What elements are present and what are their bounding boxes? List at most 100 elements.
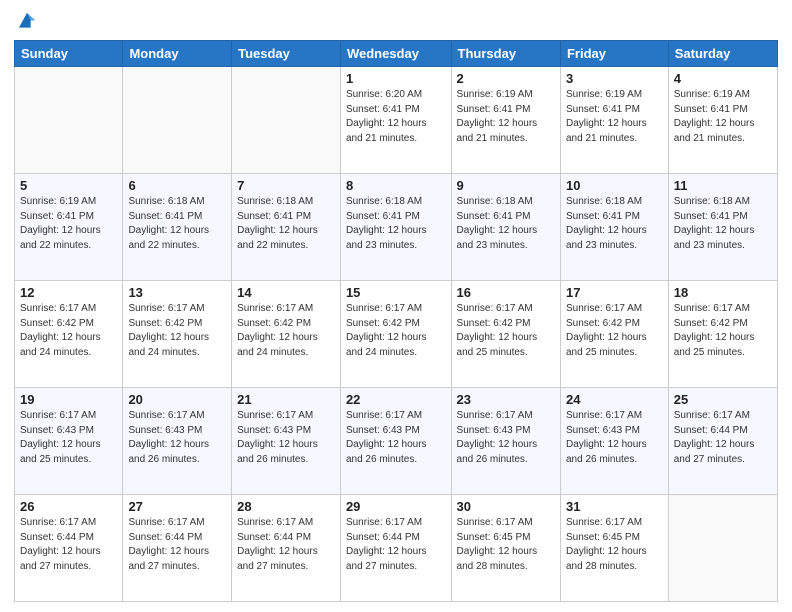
calendar-cell — [668, 495, 777, 602]
day-info: Sunrise: 6:17 AM Sunset: 6:45 PM Dayligh… — [457, 516, 555, 574]
day-info: Sunrise: 6:18 AM Sunset: 6:41 PM Dayligh… — [237, 195, 335, 253]
calendar-cell: 10 Sunrise: 6:18 AM Sunset: 6:41 PM Dayli… — [560, 174, 668, 281]
day-info: Sunrise: 6:17 AM Sunset: 6:42 PM Dayligh… — [457, 302, 555, 360]
day-number: 11 — [674, 178, 772, 193]
calendar-cell: 17 Sunrise: 6:17 AM Sunset: 6:42 PM Dayli… — [560, 281, 668, 388]
day-info: Sunrise: 6:17 AM Sunset: 6:43 PM Dayligh… — [457, 409, 555, 467]
calendar-cell: 3 Sunrise: 6:19 AM Sunset: 6:41 PM Daylig… — [560, 67, 668, 174]
day-info: Sunrise: 6:18 AM Sunset: 6:41 PM Dayligh… — [566, 195, 663, 253]
calendar-cell: 18 Sunrise: 6:17 AM Sunset: 6:42 PM Dayli… — [668, 281, 777, 388]
weekday-header-saturday: Saturday — [668, 41, 777, 67]
day-info: Sunrise: 6:17 AM Sunset: 6:42 PM Dayligh… — [20, 302, 117, 360]
calendar-cell: 7Sunrise: 6:18 AM Sunset: 6:41 PM Daylig… — [232, 174, 341, 281]
day-info: Sunrise: 6:18 AM Sunset: 6:41 PM Dayligh… — [128, 195, 226, 253]
day-number: 10 — [566, 178, 663, 193]
day-info: Sunrise: 6:17 AM Sunset: 6:42 PM Dayligh… — [346, 302, 446, 360]
calendar-cell: 5Sunrise: 6:19 AM Sunset: 6:41 PM Daylig… — [15, 174, 123, 281]
calendar-cell: 25 Sunrise: 6:17 AM Sunset: 6:44 PM Dayli… — [668, 388, 777, 495]
day-info: Sunrise: 6:17 AM Sunset: 6:42 PM Dayligh… — [128, 302, 226, 360]
day-number: 13 — [128, 285, 226, 300]
calendar-cell: 13 Sunrise: 6:17 AM Sunset: 6:42 PM Dayli… — [123, 281, 232, 388]
day-info: Sunrise: 6:17 AM Sunset: 6:42 PM Dayligh… — [566, 302, 663, 360]
weekday-header-wednesday: Wednesday — [340, 41, 451, 67]
weekday-header-monday: Monday — [123, 41, 232, 67]
day-number: 30 — [457, 499, 555, 514]
day-number: 28 — [237, 499, 335, 514]
day-number: 15 — [346, 285, 446, 300]
weekday-header-sunday: Sunday — [15, 41, 123, 67]
calendar-cell: 6 Sunrise: 6:18 AM Sunset: 6:41 PM Daylig… — [123, 174, 232, 281]
calendar-cell: 31Sunrise: 6:17 AM Sunset: 6:45 PM Dayli… — [560, 495, 668, 602]
day-info: Sunrise: 6:17 AM Sunset: 6:43 PM Dayligh… — [128, 409, 226, 467]
calendar-cell: 20 Sunrise: 6:17 AM Sunset: 6:43 PM Dayli… — [123, 388, 232, 495]
calendar-cell: 30 Sunrise: 6:17 AM Sunset: 6:45 PM Dayli… — [451, 495, 560, 602]
day-number: 22 — [346, 392, 446, 407]
day-number: 17 — [566, 285, 663, 300]
calendar-cell: 29 Sunrise: 6:17 AM Sunset: 6:44 PM Dayli… — [340, 495, 451, 602]
calendar-header-row: SundayMondayTuesdayWednesdayThursdayFrid… — [15, 41, 778, 67]
calendar-table: SundayMondayTuesdayWednesdayThursdayFrid… — [14, 40, 778, 602]
day-info: Sunrise: 6:18 AM Sunset: 6:41 PM Dayligh… — [346, 195, 446, 253]
calendar-cell — [123, 67, 232, 174]
calendar-cell — [232, 67, 341, 174]
day-number: 6 — [128, 178, 226, 193]
day-info: Sunrise: 6:18 AM Sunset: 6:41 PM Dayligh… — [457, 195, 555, 253]
weekday-header-friday: Friday — [560, 41, 668, 67]
day-number: 4 — [674, 71, 772, 86]
day-info: Sunrise: 6:19 AM Sunset: 6:41 PM Dayligh… — [457, 88, 555, 146]
day-number: 24 — [566, 392, 663, 407]
day-info: Sunrise: 6:17 AM Sunset: 6:42 PM Dayligh… — [237, 302, 335, 360]
day-number: 19 — [20, 392, 117, 407]
day-info: Sunrise: 6:17 AM Sunset: 6:43 PM Dayligh… — [566, 409, 663, 467]
calendar-cell: 15 Sunrise: 6:17 AM Sunset: 6:42 PM Dayli… — [340, 281, 451, 388]
calendar-week-3: 12 Sunrise: 6:17 AM Sunset: 6:42 PM Dayli… — [15, 281, 778, 388]
day-number: 20 — [128, 392, 226, 407]
day-info: Sunrise: 6:19 AM Sunset: 6:41 PM Dayligh… — [566, 88, 663, 146]
calendar-cell: 2 Sunrise: 6:19 AM Sunset: 6:41 PM Daylig… — [451, 67, 560, 174]
day-info: Sunrise: 6:18 AM Sunset: 6:41 PM Dayligh… — [674, 195, 772, 253]
calendar-cell: 19Sunrise: 6:17 AM Sunset: 6:43 PM Dayli… — [15, 388, 123, 495]
calendar-cell: 9 Sunrise: 6:18 AM Sunset: 6:41 PM Daylig… — [451, 174, 560, 281]
day-number: 25 — [674, 392, 772, 407]
calendar-cell: 11 Sunrise: 6:18 AM Sunset: 6:41 PM Dayli… — [668, 174, 777, 281]
day-number: 2 — [457, 71, 555, 86]
calendar-cell: 21 Sunrise: 6:17 AM Sunset: 6:43 PM Dayli… — [232, 388, 341, 495]
day-info: Sunrise: 6:17 AM Sunset: 6:44 PM Dayligh… — [346, 516, 446, 574]
day-number: 29 — [346, 499, 446, 514]
day-number: 27 — [128, 499, 226, 514]
day-number: 12 — [20, 285, 117, 300]
day-info: Sunrise: 6:17 AM Sunset: 6:43 PM Dayligh… — [346, 409, 446, 467]
day-info: Sunrise: 6:17 AM Sunset: 6:44 PM Dayligh… — [20, 516, 117, 574]
day-info: Sunrise: 6:17 AM Sunset: 6:43 PM Dayligh… — [237, 409, 335, 467]
page: SundayMondayTuesdayWednesdayThursdayFrid… — [0, 0, 792, 612]
day-number: 16 — [457, 285, 555, 300]
day-number: 3 — [566, 71, 663, 86]
day-info: Sunrise: 6:17 AM Sunset: 6:44 PM Dayligh… — [237, 516, 335, 574]
day-number: 21 — [237, 392, 335, 407]
calendar-cell: 16 Sunrise: 6:17 AM Sunset: 6:42 PM Dayli… — [451, 281, 560, 388]
logo — [14, 10, 42, 32]
day-number: 1 — [346, 71, 446, 86]
day-info: Sunrise: 6:17 AM Sunset: 6:45 PM Dayligh… — [566, 516, 663, 574]
logo-icon — [16, 10, 38, 32]
day-info: Sunrise: 6:17 AM Sunset: 6:44 PM Dayligh… — [674, 409, 772, 467]
calendar-cell: 23 Sunrise: 6:17 AM Sunset: 6:43 PM Dayli… — [451, 388, 560, 495]
day-number: 5 — [20, 178, 117, 193]
calendar-cell: 8 Sunrise: 6:18 AM Sunset: 6:41 PM Daylig… — [340, 174, 451, 281]
day-number: 18 — [674, 285, 772, 300]
day-number: 9 — [457, 178, 555, 193]
day-number: 8 — [346, 178, 446, 193]
calendar-week-1: 1 Sunrise: 6:20 AM Sunset: 6:41 PM Daylig… — [15, 67, 778, 174]
day-number: 23 — [457, 392, 555, 407]
calendar-cell: 1 Sunrise: 6:20 AM Sunset: 6:41 PM Daylig… — [340, 67, 451, 174]
day-number: 26 — [20, 499, 117, 514]
day-info: Sunrise: 6:19 AM Sunset: 6:41 PM Dayligh… — [674, 88, 772, 146]
calendar-cell: 27Sunrise: 6:17 AM Sunset: 6:44 PM Dayli… — [123, 495, 232, 602]
calendar-week-2: 5Sunrise: 6:19 AM Sunset: 6:41 PM Daylig… — [15, 174, 778, 281]
day-info: Sunrise: 6:17 AM Sunset: 6:42 PM Dayligh… — [674, 302, 772, 360]
calendar-cell — [15, 67, 123, 174]
calendar-cell: 4 Sunrise: 6:19 AM Sunset: 6:41 PM Daylig… — [668, 67, 777, 174]
day-info: Sunrise: 6:20 AM Sunset: 6:41 PM Dayligh… — [346, 88, 446, 146]
calendar-cell: 12 Sunrise: 6:17 AM Sunset: 6:42 PM Dayli… — [15, 281, 123, 388]
calendar-cell: 24 Sunrise: 6:17 AM Sunset: 6:43 PM Dayli… — [560, 388, 668, 495]
